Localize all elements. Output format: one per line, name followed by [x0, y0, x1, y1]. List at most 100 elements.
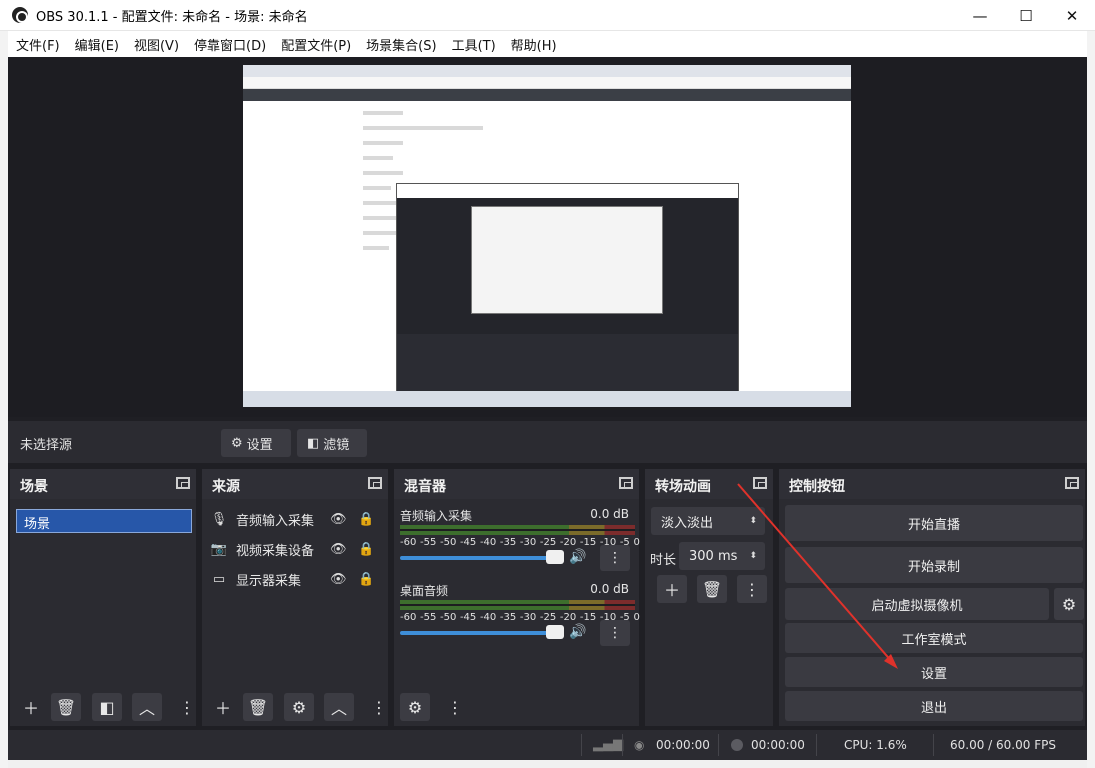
start-recording-button[interactable]: 开始录制	[785, 547, 1083, 583]
mixer-advanced-audio-button[interactable]: ⚙	[400, 693, 430, 721]
menu-tools[interactable]: 工具(T)	[452, 35, 496, 54]
maximize-button[interactable]: ☐	[1003, 0, 1049, 31]
source-item-audio-input[interactable]: 🎙 音频输入采集 👁 🔒	[210, 507, 380, 531]
studio-mode-button[interactable]: 工作室模式	[785, 623, 1083, 653]
more-vertical-icon: ⋮	[447, 697, 463, 717]
add-source-button[interactable]: ＋	[208, 693, 238, 721]
stream-time: 00:00:00	[656, 738, 710, 752]
move-scene-up-button[interactable]: ︿	[132, 693, 162, 721]
start-virtual-camera-button[interactable]: 启动虚拟摄像机	[785, 588, 1049, 620]
filter-icon: ◧	[307, 435, 320, 451]
volume-slider[interactable]	[400, 631, 560, 635]
scene-list-item[interactable]: 场景	[16, 509, 192, 533]
menu-help[interactable]: 帮助(H)	[511, 35, 557, 54]
background-window-edge	[0, 31, 8, 768]
status-bar: ▂▄▆ ◉ 00:00:00 00:00:00 CPU: 1.6% 60.00 …	[8, 730, 1087, 760]
lock-icon[interactable]: 🔒	[358, 572, 374, 587]
undock-icon[interactable]	[753, 477, 767, 489]
channel-db: 0.0 dB	[590, 582, 629, 596]
chevron-up-icon: ︿	[330, 699, 347, 718]
undock-icon[interactable]	[176, 477, 190, 489]
camera-icon: 📷	[210, 541, 228, 557]
preview-nested-canvas	[471, 206, 663, 314]
mixer-header: 混音器	[394, 469, 639, 499]
remove-scene-button[interactable]: 🗑	[51, 693, 81, 721]
undock-icon[interactable]	[368, 477, 382, 489]
transition-selected: 淡入淡出	[661, 515, 714, 531]
record-time: 00:00:00	[751, 738, 805, 752]
eye-icon[interactable]: 👁	[330, 542, 347, 557]
menu-scene-collection[interactable]: 场景集合(S)	[366, 35, 436, 54]
lock-icon[interactable]: 🔒	[358, 542, 374, 557]
channel-name: 音频输入采集	[400, 509, 473, 523]
mixer-more-button[interactable]: ⋮	[440, 693, 470, 721]
minimize-button[interactable]: —	[957, 0, 1003, 31]
move-source-up-button[interactable]: ︿	[324, 693, 354, 721]
scene-filters-button[interactable]: ◧	[92, 693, 122, 721]
undock-icon[interactable]	[1065, 477, 1079, 489]
gear-icon: ⚙	[291, 697, 307, 717]
trash-icon: 🗑	[701, 579, 723, 599]
exit-button[interactable]: 退出	[785, 691, 1083, 721]
transitions-dock: 转场动画 淡入淡出 ⬍ 时长 300 ms ⬍ ＋ 🗑 ⋮	[645, 469, 773, 726]
volume-slider-handle[interactable]	[546, 625, 564, 639]
eye-icon[interactable]: 👁	[330, 572, 347, 587]
source-filters-button[interactable]: ◧ 滤镜	[297, 429, 367, 457]
source-settings-button[interactable]: ⚙ 设置	[221, 429, 291, 457]
obs-logo-icon	[12, 7, 28, 23]
sources-more-button[interactable]: ⋮	[371, 693, 387, 721]
sources-title: 来源	[212, 479, 240, 495]
scenes-header: 场景	[10, 469, 196, 499]
more-vertical-icon: ⋮	[179, 697, 195, 717]
volume-slider-handle[interactable]	[546, 550, 564, 564]
broadcast-icon: ◉	[634, 738, 645, 752]
transitions-header: 转场动画	[645, 469, 773, 499]
settings-button[interactable]: 设置	[785, 657, 1083, 687]
more-vertical-icon: ⋮	[608, 550, 622, 566]
source-label: 音频输入采集	[236, 513, 315, 529]
remove-transition-button[interactable]: 🗑	[697, 575, 727, 603]
background-window-edge-right	[1087, 31, 1095, 768]
transition-more-button[interactable]: ⋮	[737, 575, 767, 603]
scenes-dock: 场景 场景 ＋ 🗑 ◧ ︿ ⋮	[10, 469, 196, 726]
eye-icon[interactable]: 👁	[330, 512, 347, 527]
obs-main: 未选择源 ⚙ 设置 ◧ 滤镜 场景 场景 ＋ 🗑 ◧ ︿ ⋮ 来源 🎙 音频输入…	[8, 57, 1087, 760]
menu-view[interactable]: 视图(V)	[134, 35, 179, 54]
menu-profile[interactable]: 配置文件(P)	[281, 35, 351, 54]
close-button[interactable]: ✕	[1049, 0, 1095, 31]
source-item-video-capture[interactable]: 📷 视频采集设备 👁 🔒	[210, 537, 380, 561]
plus-icon: ＋	[22, 699, 39, 718]
more-vertical-icon: ⋮	[608, 625, 622, 641]
scenes-more-button[interactable]: ⋮	[179, 693, 195, 721]
mixer-dock: 混音器 音频输入采集 0.0 dB -60 -55 -50 -45 -40 -35 -30-…	[394, 469, 640, 726]
volume-slider[interactable]	[400, 556, 560, 560]
menu-bar: 文件(F) 编辑(E) 视图(V) 停靠窗口(D) 配置文件(P) 场景集合(S…	[8, 31, 1087, 57]
start-streaming-button[interactable]: 开始直播	[785, 505, 1083, 541]
source-item-display-capture[interactable]: ▭ 显示器采集 👁 🔒	[210, 567, 380, 591]
channel-more-button[interactable]: ⋮	[600, 545, 630, 571]
source-toolbar: 未选择源 ⚙ 设置 ◧ 滤镜	[8, 421, 1087, 463]
preview-nested-obs-window	[396, 183, 739, 407]
menu-edit[interactable]: 编辑(E)	[75, 35, 119, 54]
preview-canvas[interactable]	[243, 65, 851, 407]
virtual-camera-settings-button[interactable]: ⚙	[1054, 588, 1084, 620]
controls-dock: 控制按钮 开始直播 开始录制 启动虚拟摄像机 ⚙ 工作室模式 设置 退出	[779, 469, 1085, 726]
add-scene-button[interactable]: ＋	[16, 693, 46, 721]
undock-icon[interactable]	[619, 477, 633, 489]
channel-more-button[interactable]: ⋮	[600, 620, 630, 646]
source-filters-label: 滤镜	[323, 437, 350, 453]
menu-docks[interactable]: 停靠窗口(D)	[194, 35, 266, 54]
speaker-icon[interactable]: 🔊	[569, 549, 586, 565]
source-properties-button[interactable]: ⚙	[284, 693, 314, 721]
duration-spinbox[interactable]: 300 ms ⬍	[679, 542, 765, 570]
add-transition-button[interactable]: ＋	[657, 575, 687, 603]
mixer-channel: 桌面音频 0.0 dB -60 -55 -50 -45 -40 -35 -30 -25 -20-…	[400, 582, 640, 646]
lock-icon[interactable]: 🔒	[358, 512, 374, 527]
speaker-icon[interactable]: 🔊	[569, 624, 586, 640]
remove-source-button[interactable]: 🗑	[243, 693, 273, 721]
transition-select[interactable]: 淡入淡出 ⬍	[651, 507, 765, 535]
preview-area[interactable]	[8, 57, 1087, 417]
channel-db: 0.0 dB	[590, 507, 629, 521]
menu-file[interactable]: 文件(F)	[16, 35, 60, 54]
trash-icon: 🗑	[55, 697, 77, 717]
